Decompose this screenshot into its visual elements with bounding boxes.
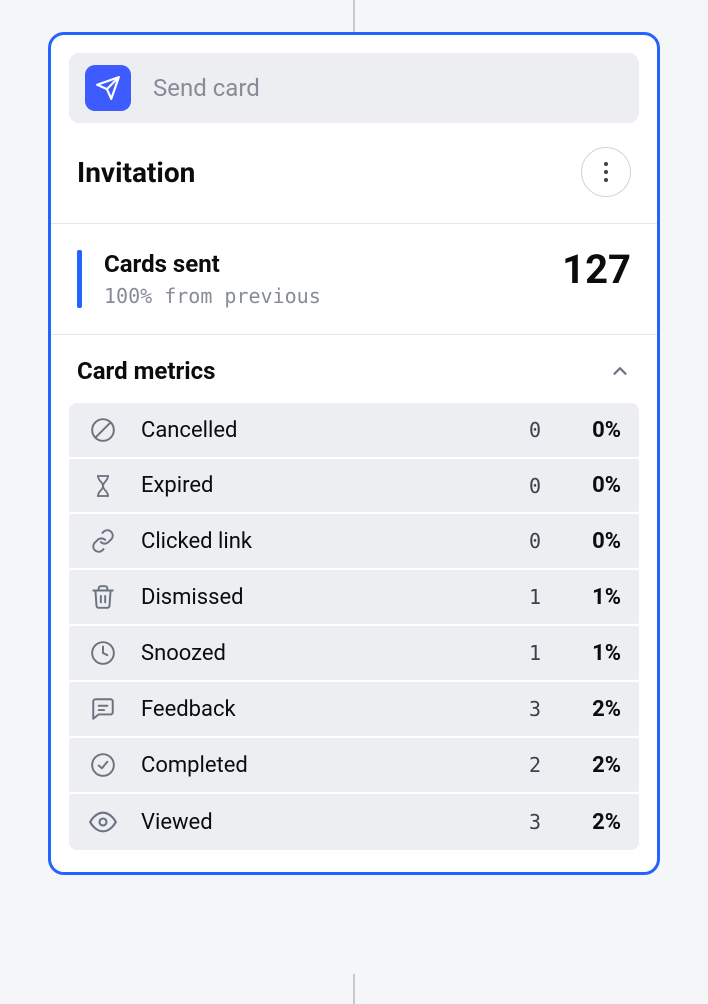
- metric-row: Snoozed11%: [69, 626, 639, 680]
- metric-count: 0: [481, 418, 541, 442]
- trash-icon: [87, 584, 119, 610]
- metric-label: Feedback: [141, 697, 481, 722]
- metric-percent: 2%: [541, 753, 621, 778]
- card-title: Invitation: [77, 156, 195, 189]
- metric-row: Completed22%: [69, 738, 639, 792]
- metric-row: Viewed32%: [69, 794, 639, 850]
- metric-percent: 2%: [541, 810, 621, 835]
- metric-count: 1: [481, 585, 541, 609]
- feedback-icon: [87, 696, 119, 722]
- metric-row: Feedback32%: [69, 682, 639, 736]
- more-menu-button[interactable]: [581, 147, 631, 197]
- clock-icon: [87, 640, 119, 666]
- metric-row: Expired00%: [69, 459, 639, 512]
- cards-sent-delta: 100% from previous: [104, 284, 562, 308]
- link-icon: [87, 528, 119, 554]
- metric-count: 1: [481, 641, 541, 665]
- metric-percent: 0%: [541, 473, 621, 498]
- metric-label: Snoozed: [141, 641, 481, 666]
- metric-row: Clicked link00%: [69, 514, 639, 568]
- send-icon: [85, 65, 131, 111]
- cards-sent-label: Cards sent: [104, 250, 562, 278]
- metric-count: 3: [481, 697, 541, 721]
- metrics-title: Card metrics: [77, 357, 215, 385]
- metric-label: Completed: [141, 753, 481, 778]
- metric-count: 3: [481, 810, 541, 834]
- check-icon: [87, 752, 119, 778]
- metric-row: Cancelled00%: [69, 403, 639, 457]
- metric-percent: 1%: [541, 585, 621, 610]
- chevron-up-icon: [609, 360, 631, 382]
- flow-connector-top: [353, 0, 355, 32]
- metric-percent: 2%: [541, 697, 621, 722]
- action-label: Send card: [153, 74, 260, 102]
- metric-label: Cancelled: [141, 418, 481, 443]
- title-row: Invitation: [51, 137, 657, 224]
- expired-icon: [87, 474, 119, 498]
- cancel-icon: [87, 417, 119, 443]
- metric-label: Expired: [141, 473, 481, 498]
- cards-sent-count: 127: [562, 250, 631, 308]
- metrics-list: Cancelled00%Expired00%Clicked link00%Dis…: [51, 403, 657, 872]
- eye-icon: [87, 808, 119, 836]
- accent-indicator: [77, 250, 82, 308]
- metrics-header[interactable]: Card metrics: [51, 335, 657, 403]
- metric-row: Dismissed11%: [69, 570, 639, 624]
- step-card: Send card Invitation Cards sent 100% fro…: [48, 32, 660, 875]
- dots-vertical-icon: [604, 162, 608, 182]
- metric-count: 2: [481, 753, 541, 777]
- metric-percent: 0%: [541, 418, 621, 443]
- metric-count: 0: [481, 529, 541, 553]
- metric-label: Clicked link: [141, 529, 481, 554]
- metric-percent: 0%: [541, 529, 621, 554]
- metric-label: Dismissed: [141, 585, 481, 610]
- metric-percent: 1%: [541, 641, 621, 666]
- flow-connector-bottom: [353, 974, 355, 1004]
- metric-label: Viewed: [141, 810, 481, 835]
- action-bar[interactable]: Send card: [69, 53, 639, 123]
- cards-sent-section: Cards sent 100% from previous 127: [51, 224, 657, 335]
- metric-count: 0: [481, 474, 541, 498]
